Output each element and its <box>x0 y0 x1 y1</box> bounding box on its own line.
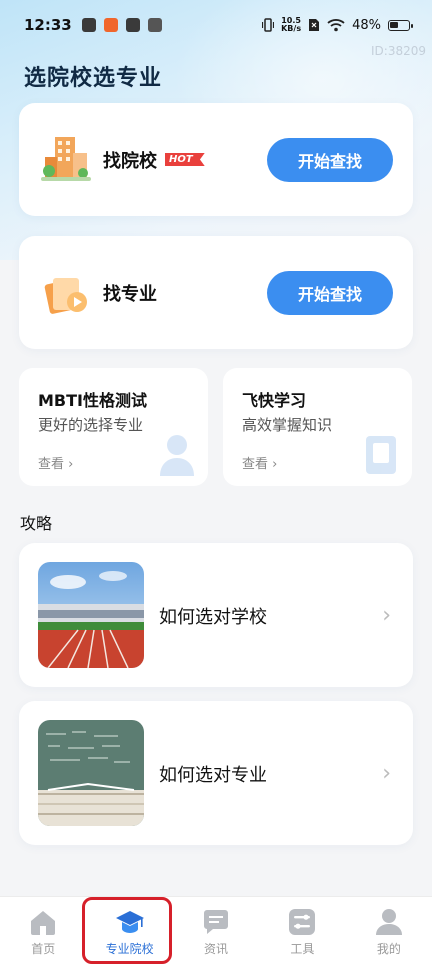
guide-label: 如何选对学校 <box>159 607 267 628</box>
net-speed: 10.5 KB/s <box>281 17 301 33</box>
chevron-right-icon: › <box>382 761 391 786</box>
chalkboard-books-thumbnail <box>38 720 144 826</box>
find-school-card[interactable]: 找院校 HOT 开始查找 <box>19 103 413 216</box>
message-icon <box>204 910 229 934</box>
find-major-card[interactable]: 找专业 开始查找 <box>19 236 413 349</box>
notification-app-icon <box>81 18 96 32</box>
graduation-cap-icon <box>115 911 144 933</box>
guides-section-title: 攻略 <box>20 514 53 533</box>
notification-app-icon <box>103 18 118 32</box>
tab-profile[interactable]: 我的 <box>346 897 432 964</box>
vibrate-icon <box>262 18 275 32</box>
tools-icon <box>289 909 316 935</box>
fast-learn-subtitle: 高效掌握知识 <box>242 416 333 434</box>
status-time: 12:33 <box>24 16 72 34</box>
stadium-thumbnail <box>38 562 144 668</box>
home-icon <box>31 911 56 935</box>
chevron-right-icon: › <box>382 603 391 628</box>
tab-home[interactable]: 首页 <box>0 897 86 964</box>
page-title: 选院校选专业 <box>24 66 163 91</box>
status-right: 10.5 KB/s 48% <box>262 17 413 33</box>
status-bar: 12:33 10.5 KB/s 48% <box>0 0 432 50</box>
tab-profile-label: 我的 <box>376 942 401 956</box>
tab-news-label: 资讯 <box>204 942 229 956</box>
mbti-subtitle: 更好的选择专业 <box>38 416 144 434</box>
user-icon <box>375 909 402 935</box>
guide-choose-major[interactable]: 如何选对专业 › <box>19 701 413 845</box>
book-play-icon <box>39 266 93 320</box>
guide-label: 如何选对专业 <box>159 765 267 786</box>
mbti-view-link[interactable]: 查看 › <box>38 453 73 472</box>
fast-learn-title: 飞快学习 <box>242 391 307 410</box>
fast-learn-view-link[interactable]: 查看 › <box>242 453 277 472</box>
notification-app-icon <box>147 18 162 32</box>
person-icon <box>158 432 196 476</box>
tab-majors-schools[interactable]: 专业院校 <box>86 897 172 964</box>
hot-badge: HOT <box>165 153 205 166</box>
notification-app-icon <box>125 18 140 32</box>
mbti-test-card[interactable]: MBTI性格测试 更好的选择专业 查看 › <box>19 368 208 486</box>
battery-icon <box>388 19 413 31</box>
fast-learn-card[interactable]: 飞快学习 高效掌握知识 查看 › <box>223 368 412 486</box>
find-school-start-button[interactable]: 开始查找 <box>267 137 393 182</box>
find-major-label: 找专业 <box>103 283 157 305</box>
guide-choose-school[interactable]: 如何选对学校 › <box>19 543 413 687</box>
book-icon <box>362 432 400 476</box>
find-school-label: 找院校 <box>103 150 157 172</box>
tab-tools[interactable]: 工具 <box>259 897 345 964</box>
mbti-title: MBTI性格测试 <box>38 391 147 410</box>
tab-majors-schools-label: 专业院校 <box>105 942 154 956</box>
tab-news[interactable]: 资讯 <box>173 897 259 964</box>
find-major-start-button[interactable]: 开始查找 <box>267 270 393 315</box>
net-speed-unit: KB/s <box>281 24 302 33</box>
battery-percent: 48% <box>352 17 381 33</box>
wifi-icon <box>327 19 345 32</box>
tab-home-label: 首页 <box>31 942 56 956</box>
sim-icon <box>309 19 320 31</box>
watermark-id: ID:38209 <box>371 44 426 58</box>
bottom-tab-bar: 首页 专业院校 资讯 工具 我的 <box>0 896 432 964</box>
tab-tools-label: 工具 <box>290 942 315 956</box>
school-building-icon <box>39 133 93 187</box>
